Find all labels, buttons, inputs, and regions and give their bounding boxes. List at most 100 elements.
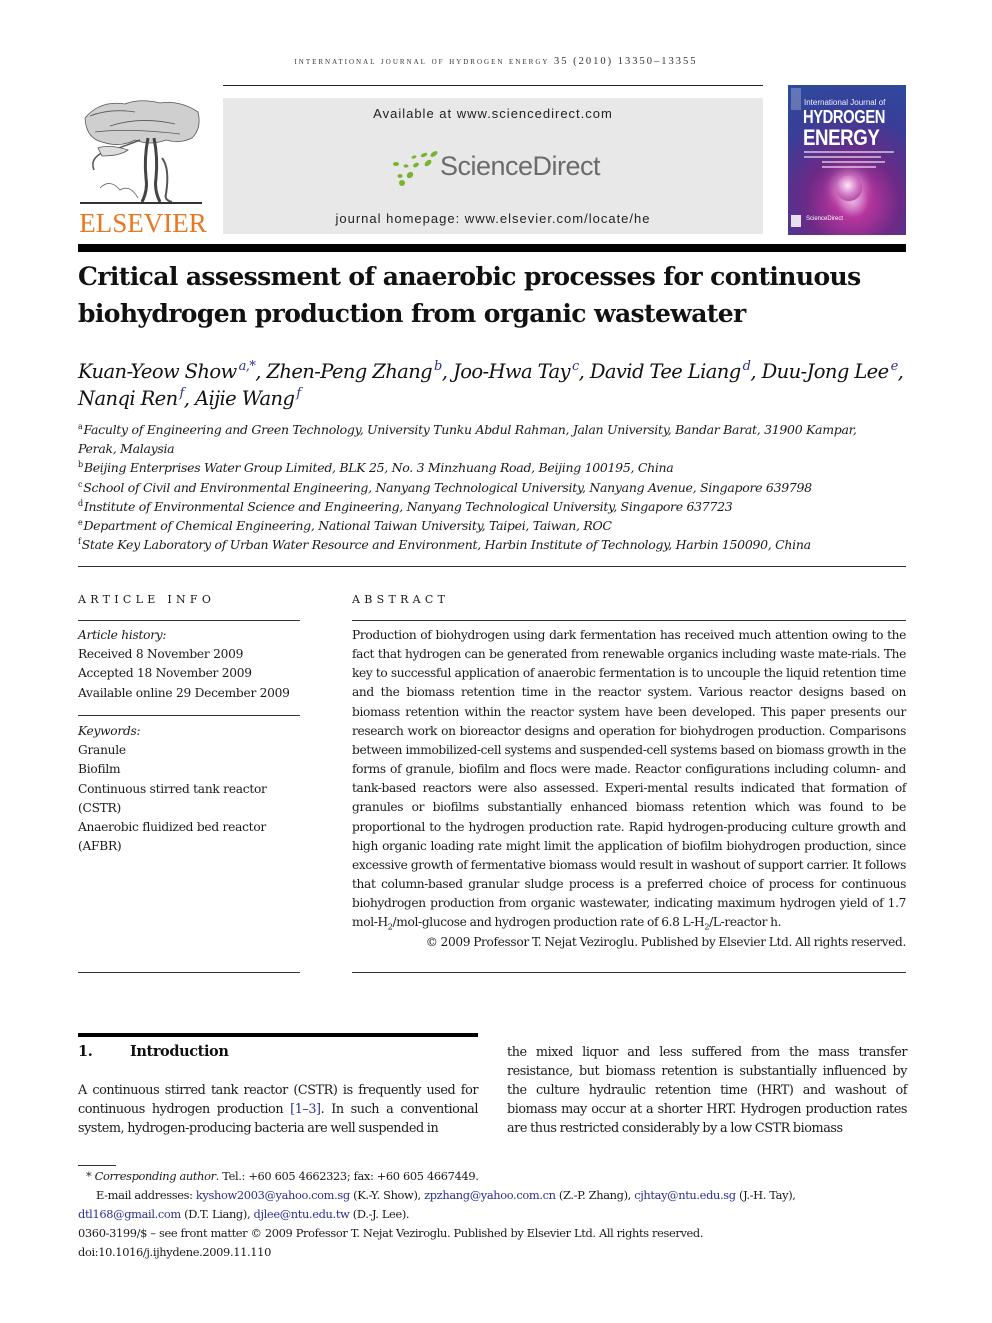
author[interactable]: Joo-Hwa Tay <box>453 360 571 383</box>
author-separator: , <box>441 360 453 383</box>
journal-homepage-link[interactable]: journal homepage: www.elsevier.com/locat… <box>223 211 763 226</box>
cover-title-line1: International Journal of <box>804 98 886 107</box>
affiliation-item: cSchool of Civil and Environmental Engin… <box>78 478 878 497</box>
abstract-text: Production of biohydrogen using dark fer… <box>352 628 906 930</box>
author[interactable]: Nanqi Ren <box>78 387 178 410</box>
received-date: Received 8 November 2009 <box>78 647 244 662</box>
author[interactable]: Duu-Jong Lee <box>762 360 890 383</box>
abstract-rule <box>352 620 906 621</box>
email-link[interactable]: dtl168@gmail.com <box>78 1207 181 1221</box>
cover-elsevier-icon <box>791 88 801 110</box>
keywords-label: Keywords: <box>78 724 141 738</box>
email-owner: (J.-H. Tay), <box>735 1188 796 1203</box>
author-affil-marker[interactable]: e <box>891 359 899 374</box>
affiliation-key: f <box>78 537 81 547</box>
abstract-body: Production of biohydrogen using dark fer… <box>352 626 906 952</box>
elsevier-logo[interactable]: ELSEVIER <box>78 98 208 238</box>
keyword: (AFBR) <box>78 839 122 854</box>
body-text: the mixed liquor and less suffered from … <box>507 1045 907 1137</box>
affiliations-rule <box>78 566 906 567</box>
email-addresses: E-mail addresses: kyshow2003@yahoo.com.s… <box>78 1186 906 1205</box>
sciencedirect-logo[interactable]: ScienceDirect <box>390 148 605 188</box>
sciencedirect-dots-icon <box>393 151 438 186</box>
available-at-text[interactable]: Available at www.sciencedirect.com <box>223 106 763 121</box>
author[interactable]: Aijie Wang <box>195 387 295 410</box>
article-history: Article history: Received 8 November 200… <box>78 626 308 703</box>
email-owner: (D.-J. Lee). <box>349 1207 410 1222</box>
affiliation-text: School of Civil and Environmental Engine… <box>83 479 812 495</box>
cover-title-line3: ENERGY <box>803 125 880 150</box>
keyword: Continuous stirred tank reactor <box>78 781 267 796</box>
affiliation-text: Faculty of Engineering and Green Technol… <box>78 422 857 457</box>
front-matter-note: 0360-3199/$ – see front matter © 2009 Pr… <box>78 1226 704 1241</box>
footnotes: * Corresponding author. Tel.: +60 605 46… <box>78 1167 906 1262</box>
available-online-date: Available online 29 December 2009 <box>78 685 290 700</box>
author-separator: , <box>897 360 904 383</box>
email-addresses-cont: dtl168@gmail.com (D.T. Liang), djlee@ntu… <box>78 1205 906 1224</box>
author-list: Kuan-Yeow Show a,*, Zhen-Peng Zhang b, Joo… <box>78 358 918 412</box>
running-head: INTERNATIONAL JOURNAL OF HYDROGEN ENERGY… <box>294 56 698 67</box>
footnote-rule <box>78 1165 116 1166</box>
intro-paragraph-right: the mixed liquor and less suffered from … <box>507 1043 907 1138</box>
cover-editor-lines <box>804 151 894 171</box>
affiliation-text: Department of Chemical Engineering, Nati… <box>83 518 612 534</box>
author[interactable]: David Tee Liang <box>590 360 741 383</box>
contact-info: . Tel.: +60 605 4662323; fax: +60 605 46… <box>215 1169 479 1183</box>
article-info-heading: ARTICLE INFO <box>78 593 216 606</box>
author-affil-marker[interactable]: c <box>572 359 579 374</box>
email-label: E-mail addresses: <box>96 1188 196 1203</box>
author-affil-marker[interactable]: f <box>296 386 301 401</box>
section-heading-introduction: 1. Introduction <box>78 1043 229 1060</box>
article-info-rule <box>78 715 300 716</box>
affiliation-item: bBeijing Enterprises Water Group Limited… <box>78 458 878 477</box>
article-info-rule <box>78 972 300 973</box>
affiliation-item: aFaculty of Engineering and Green Techno… <box>78 420 878 458</box>
email-link[interactable]: cjhtay@ntu.edu.sg <box>634 1188 736 1202</box>
section-rule <box>78 1033 478 1037</box>
cover-orb-graphic <box>836 175 862 201</box>
abstract-rule <box>352 972 906 973</box>
section-title: Introduction <box>130 1043 229 1060</box>
cover-iahe-icon <box>791 215 801 227</box>
keyword: (CSTR) <box>78 800 121 815</box>
affiliation-key: b <box>78 460 83 470</box>
title-rule <box>78 244 906 252</box>
author-separator: , <box>183 387 195 410</box>
journal-cover-image[interactable]: International Journal of HYDROGEN ENERGY… <box>788 85 906 235</box>
keyword: Anaerobic fluidized bed reactor <box>78 820 266 835</box>
citation-link[interactable]: [1–3] <box>290 1102 321 1117</box>
email-link[interactable]: zpzhang@yahoo.com.cn <box>424 1188 556 1202</box>
header-rule <box>223 85 763 86</box>
email-link[interactable]: kyshow2003@yahoo.com.sg <box>196 1188 350 1202</box>
email-owner: (Z.-P. Zhang), <box>555 1188 635 1203</box>
author-affil-marker[interactable]: b <box>434 359 442 374</box>
email-link[interactable]: djlee@ntu.edu.tw <box>254 1207 350 1221</box>
affiliation-text: Beijing Enterprises Water Group Limited,… <box>83 460 674 476</box>
abstract-heading: ABSTRACT <box>352 593 450 606</box>
affiliation-item: eDepartment of Chemical Engineering, Nat… <box>78 516 878 535</box>
affiliations: aFaculty of Engineering and Green Techno… <box>78 420 878 554</box>
keyword: Granule <box>78 743 126 758</box>
elsevier-tree-icon <box>80 100 202 204</box>
affiliation-key: a <box>78 422 83 431</box>
abstract-copyright: © 2009 Professor T. Nejat Veziroglu. Pub… <box>425 934 907 949</box>
doi[interactable]: doi:10.1016/j.ijhydene.2009.11.110 <box>78 1243 906 1262</box>
keyword: Biofilm <box>78 762 121 777</box>
author[interactable]: Zhen-Peng Zhang <box>266 360 432 383</box>
article-info-rule <box>78 620 300 621</box>
email-owner: (K.-Y. Show), <box>349 1188 425 1203</box>
affiliation-text: State Key Laboratory of Urban Water Reso… <box>81 537 811 553</box>
author-affil-marker[interactable]: a,* <box>239 359 256 374</box>
affiliation-item: dInstitute of Environmental Science and … <box>78 497 878 516</box>
email-owner: (D.T. Liang), <box>180 1207 254 1222</box>
author[interactable]: Kuan-Yeow Show <box>78 360 237 383</box>
affiliation-text: Institute of Environmental Science and E… <box>83 498 733 514</box>
affiliation-key: c <box>78 479 83 489</box>
corresponding-author-label: Corresponding author <box>94 1169 216 1183</box>
article-history-label: Article history: <box>78 628 167 642</box>
intro-paragraph-left: A continuous stirred tank reactor (CSTR)… <box>78 1081 478 1138</box>
article-title: Critical assessment of anaerobic process… <box>78 262 861 328</box>
footnote-star: * <box>86 1169 92 1183</box>
affiliation-item: fState Key Laboratory of Urban Water Res… <box>78 535 878 554</box>
section-number: 1. <box>78 1043 93 1060</box>
